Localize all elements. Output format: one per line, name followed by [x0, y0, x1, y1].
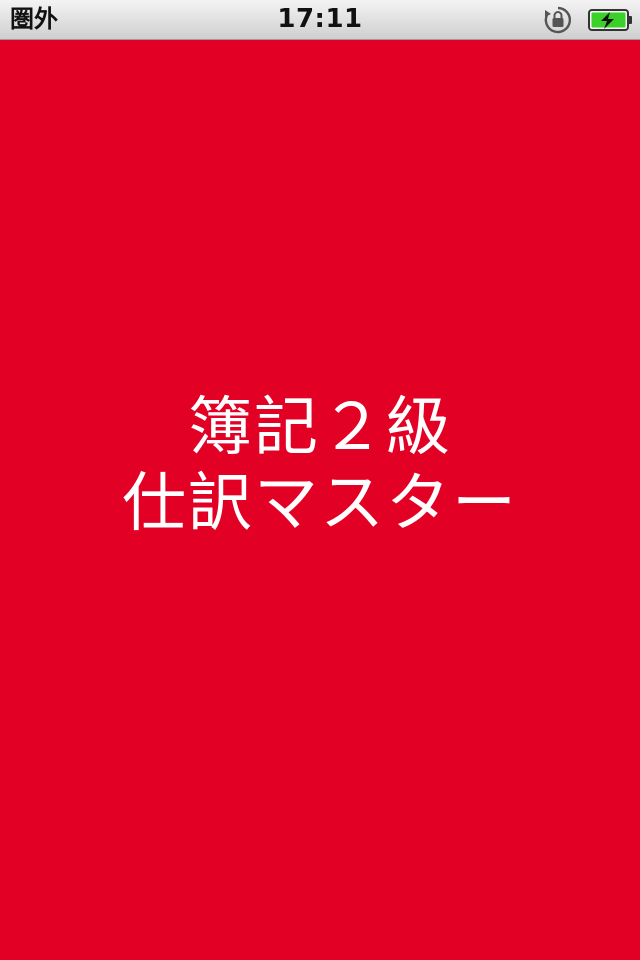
- splash-screen: 簿記２級 仕訳マスター: [0, 40, 640, 960]
- app-title: 簿記２級 仕訳マスター: [0, 390, 640, 542]
- rotation-lock-icon: [544, 6, 572, 34]
- app-title-line-1: 簿記２級: [188, 391, 452, 465]
- status-bar: 圏外 17:11: [0, 0, 640, 40]
- battery-charging-icon: [588, 9, 632, 31]
- app-title-line-2: 仕訳マスター: [122, 467, 518, 541]
